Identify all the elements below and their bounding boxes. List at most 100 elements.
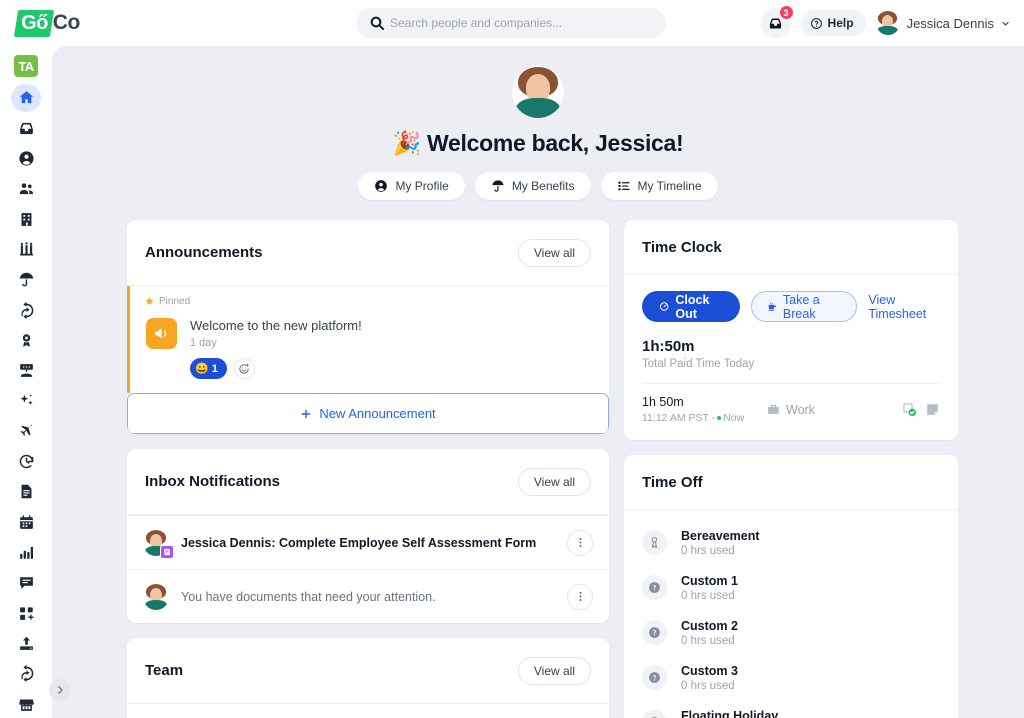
- time-entry-row[interactable]: 1h 50m 11:12 AM PST - Now Work: [642, 384, 940, 440]
- sidebar-item-reports[interactable]: [11, 539, 41, 567]
- sidebar-item-messages[interactable]: [11, 569, 41, 597]
- sidebar-item-profile[interactable]: [11, 145, 41, 173]
- sidebar-item-home[interactable]: [11, 84, 41, 112]
- inbox-row-text: You have documents that need your attent…: [181, 589, 436, 604]
- time-clock-header: Time Clock: [624, 220, 958, 275]
- user-name: Jessica Dennis: [906, 15, 994, 31]
- goco-logo[interactable]: Gő Co: [13, 9, 80, 37]
- view-timesheet-link[interactable]: View Timesheet: [868, 293, 940, 321]
- sidebar-item-time-tracking[interactable]: [11, 448, 41, 476]
- time-off-header: Time Off: [624, 455, 958, 510]
- kebab-menu-icon: [579, 538, 581, 547]
- inbox-row[interactable]: Jessica Dennis: Complete Employee Self A…: [127, 515, 609, 569]
- umbrella-icon: [492, 180, 504, 192]
- time-off-text: Floating Holiday 0 hrs used: [681, 709, 778, 718]
- time-off-used: 0 hrs used: [681, 589, 735, 602]
- sidebar-item-benefits[interactable]: [11, 266, 41, 294]
- user-menu[interactable]: Jessica Dennis: [875, 11, 1010, 35]
- question-icon: [642, 665, 667, 690]
- pinned-badge: Pinned: [144, 296, 190, 307]
- inbox-button[interactable]: 3: [760, 5, 794, 38]
- clock-icon: [659, 302, 669, 311]
- sidebar-item-calendar[interactable]: [11, 508, 41, 536]
- sidebar-expand-handle[interactable]: [49, 679, 71, 701]
- time-off-row[interactable]: Custom 3 0 hrs used: [642, 655, 940, 700]
- time-entry-left: 1h 50m 11:12 AM PST - Now: [642, 395, 767, 424]
- my-profile-button[interactable]: My Profile: [358, 172, 465, 200]
- help-button[interactable]: Help: [800, 10, 866, 36]
- take-a-break-label: Take a Break: [782, 292, 820, 321]
- announcement-item[interactable]: Pinned Welcome to the new platform! 1 da…: [127, 286, 609, 393]
- question-icon: [642, 620, 667, 645]
- announcement-icon-wrap: [146, 318, 177, 379]
- sidebar-item-sync[interactable]: [11, 296, 41, 324]
- sidebar-item-hiring[interactable]: [11, 357, 41, 385]
- chevron-down-icon: [1002, 21, 1009, 26]
- time-off-used: 0 hrs used: [681, 679, 735, 692]
- inbox-badge: 3: [778, 5, 794, 20]
- list-icon: [617, 181, 630, 191]
- sidebar-item-documents[interactable]: [11, 478, 41, 506]
- announcements-view-all-button[interactable]: View all: [517, 238, 591, 267]
- document-icon: [21, 485, 31, 499]
- sidebar-item-performance[interactable]: [11, 327, 41, 355]
- add-reaction-button[interactable]: [233, 358, 255, 379]
- time-clock-actions: Clock Out Take a Break View Timesheet: [642, 291, 940, 322]
- ribbon-icon: [651, 536, 658, 548]
- inbox-notifications-title: Inbox Notifications: [145, 473, 280, 490]
- question-circle-icon: [810, 17, 822, 29]
- search-input[interactable]: [356, 8, 666, 38]
- sidebar-item-marketplace[interactable]: [11, 690, 41, 718]
- announcement-body: Welcome to the new platform! 1 day 😀 1: [190, 318, 362, 379]
- team-view-all-button[interactable]: View all: [517, 656, 591, 685]
- my-benefits-button[interactable]: My Benefits: [474, 172, 591, 200]
- my-timeline-button[interactable]: My Timeline: [600, 172, 718, 200]
- inbox-view-all-button[interactable]: View all: [517, 467, 591, 496]
- time-off-used: 0 hrs used: [681, 634, 735, 647]
- announcement-time: 1 day: [190, 337, 217, 349]
- pinned-label: Pinned: [159, 296, 191, 307]
- time-off-card: Time Off Bereavement 0 hrs used Custom 1…: [624, 455, 958, 718]
- my-profile-label: My Profile: [395, 179, 449, 193]
- time-off-name: Custom 3: [681, 663, 738, 678]
- approved-check-icon: [903, 403, 917, 417]
- chevron-right-icon: [58, 686, 63, 694]
- reaction-pill[interactable]: 😀 1: [190, 358, 227, 379]
- time-off-title: Time Off: [642, 473, 703, 491]
- sidebar-item-org-chart[interactable]: [11, 236, 41, 264]
- take-a-break-button[interactable]: Take a Break: [750, 291, 858, 322]
- time-off-text: Custom 3 0 hrs used: [681, 664, 738, 692]
- time-off-row[interactable]: Custom 1 0 hrs used: [642, 565, 940, 610]
- person-circle-icon: [18, 151, 34, 166]
- sidebar-item-company[interactable]: [11, 205, 41, 233]
- sidebar-item-inbox[interactable]: [11, 114, 41, 142]
- inbox-notifications-header: Inbox Notifications View all: [127, 449, 609, 515]
- question-icon: [642, 710, 667, 718]
- org-chart-icon: [19, 242, 33, 256]
- sidebar-item-integrations[interactable]: [11, 660, 41, 688]
- form-badge-icon: [160, 544, 174, 559]
- award-icon: [22, 334, 30, 347]
- sidebar-item-magic[interactable]: [11, 387, 41, 415]
- time-entry-range: 11:12 AM PST - Now: [642, 412, 767, 424]
- sidebar-item-apps[interactable]: [11, 599, 41, 627]
- sidebar-item-team[interactable]: [11, 175, 41, 203]
- upload-icon: [19, 636, 33, 650]
- inbox-row[interactable]: You have documents that need your attent…: [127, 569, 609, 623]
- time-off-row[interactable]: Custom 2 0 hrs used: [642, 610, 940, 655]
- help-label: Help: [827, 16, 854, 30]
- sidebar-company-logo[interactable]: TA: [13, 54, 39, 79]
- megaphone-icon: [155, 328, 167, 339]
- time-off-row[interactable]: Bereavement 0 hrs used: [642, 520, 940, 565]
- live-dot: [717, 416, 722, 421]
- time-off-text: Custom 2 0 hrs used: [681, 619, 738, 647]
- time-off-row[interactable]: Floating Holiday 0 hrs used: [642, 700, 940, 718]
- sidebar-item-upload[interactable]: [11, 630, 41, 658]
- note-icon: [927, 404, 938, 415]
- clock-out-button[interactable]: Clock Out: [642, 291, 740, 322]
- page-title: 🎉 Welcome back, Jessica!: [392, 130, 684, 156]
- inbox-row-menu-button[interactable]: [567, 529, 593, 556]
- new-announcement-button[interactable]: New Announcement: [127, 393, 609, 434]
- inbox-row-menu-button[interactable]: [567, 583, 593, 610]
- sidebar-item-time-off[interactable]: [11, 417, 41, 445]
